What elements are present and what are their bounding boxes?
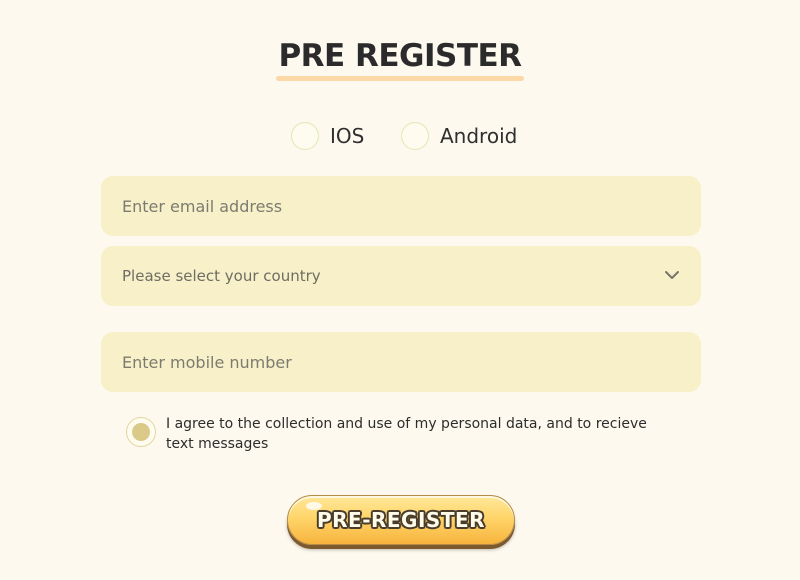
ios-radio[interactable] <box>291 122 319 150</box>
platform-selector: IOS Android <box>0 120 800 152</box>
consent-radio[interactable] <box>126 417 156 447</box>
pre-register-button[interactable]: PRE-REGISTER <box>287 495 515 545</box>
platform-option-ios[interactable]: IOS <box>291 120 364 152</box>
mobile-field-container <box>101 332 701 392</box>
platform-option-android[interactable]: Android <box>401 120 517 152</box>
country-select-placeholder: Please select your country <box>122 267 321 285</box>
email-field[interactable] <box>101 176 701 236</box>
consent-radio-dot <box>132 423 150 441</box>
mobile-number-field[interactable] <box>101 332 701 392</box>
page-title: PRE REGISTER <box>276 36 524 81</box>
title-underline <box>276 76 524 81</box>
android-radio[interactable] <box>401 122 429 150</box>
button-shine <box>306 502 322 510</box>
page-title-text: PRE REGISTER <box>278 38 522 74</box>
chevron-down-icon <box>665 271 679 279</box>
ios-label: IOS <box>330 124 365 148</box>
country-select[interactable]: Please select your country <box>101 246 701 306</box>
email-field-container <box>101 176 701 236</box>
page-header: PRE REGISTER <box>0 36 800 81</box>
consent-text: I agree to the collection and use of my … <box>166 416 647 452</box>
android-label: Android <box>440 124 518 148</box>
pre-register-button-label: PRE-REGISTER <box>316 508 486 532</box>
